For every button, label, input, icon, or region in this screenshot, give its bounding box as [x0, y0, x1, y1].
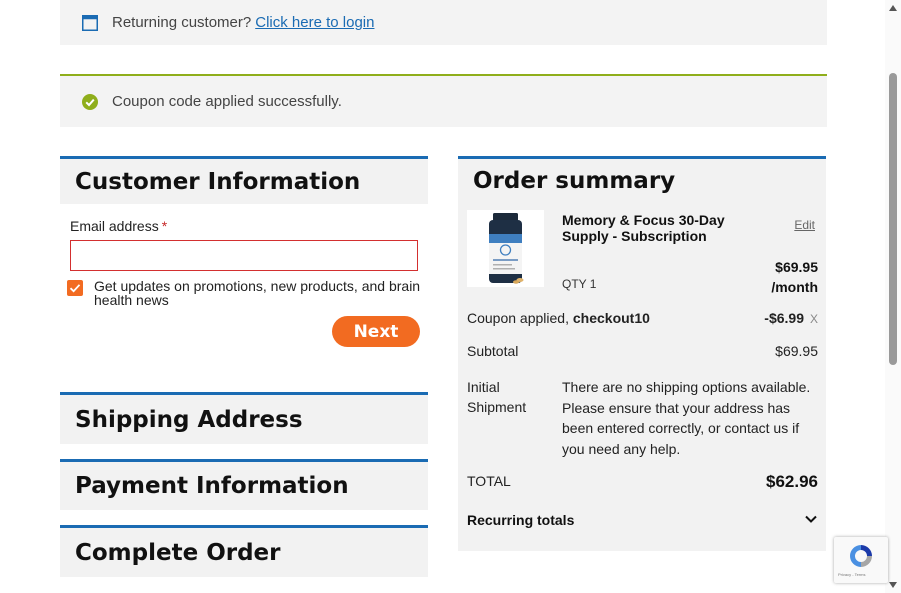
order-summary-title: Order summary	[473, 168, 676, 194]
coupon-success-notice: Coupon code applied successfully.	[60, 74, 827, 127]
product-price: $69.95 /month	[771, 257, 818, 297]
required-mark: *	[161, 218, 168, 234]
payment-information-heading[interactable]: Payment Information	[60, 459, 428, 510]
checkmark-icon	[69, 284, 81, 293]
email-label-text: Email address	[70, 218, 159, 234]
recaptcha-badge[interactable]: Privacy - Terms	[834, 537, 888, 583]
total-label: TOTAL	[467, 473, 511, 489]
shipping-address-heading[interactable]: Shipping Address	[60, 392, 428, 444]
scrollbar-thumb[interactable]	[889, 73, 897, 365]
coupon-row-label: Coupon applied, checkout10	[467, 310, 650, 326]
order-summary-panel: Order summary Memory & Focus 30-Day Supp…	[458, 156, 826, 551]
product-price-amount: $69.95	[775, 259, 818, 275]
edit-link[interactable]: Edit	[794, 218, 815, 232]
success-message: Coupon code applied successfully.	[112, 93, 342, 110]
opt-in-label[interactable]: Get updates on promotions, new products,…	[94, 279, 424, 307]
login-notice: Returning customer? Click here to login	[60, 0, 827, 45]
product-price-period: /month	[771, 279, 818, 295]
scroll-up-arrow-icon[interactable]	[889, 5, 897, 11]
product-name: Memory & Focus 30-Day Supply - Subscript…	[562, 212, 725, 244]
shipping-message: There are no shipping options available.…	[562, 379, 811, 457]
login-link[interactable]: Click here to login	[255, 14, 374, 31]
calendar-icon	[82, 14, 98, 31]
recurring-totals-label[interactable]: Recurring totals	[467, 512, 574, 528]
coupon-label: Coupon applied,	[467, 310, 569, 326]
subtotal-label: Subtotal	[467, 343, 519, 359]
total-value: $62.96	[766, 472, 818, 491]
next-button[interactable]: Next	[332, 316, 420, 347]
email-label: Email address *	[70, 218, 167, 234]
complete-order-heading[interactable]: Complete Order	[60, 525, 428, 577]
scroll-down-arrow-icon[interactable]	[889, 582, 897, 588]
coupon-code: checkout10	[572, 310, 650, 326]
product-quantity: QTY 1	[562, 277, 597, 291]
check-circle-icon	[82, 93, 98, 110]
initial-shipment-label: Initial Shipment	[467, 379, 527, 415]
page-scrollbar[interactable]	[885, 0, 901, 593]
opt-in-checkbox[interactable]	[67, 280, 83, 296]
recaptcha-links[interactable]: Privacy - Terms	[838, 572, 865, 577]
login-prompt: Returning customer?	[112, 14, 252, 31]
product-image	[467, 210, 544, 287]
subtotal-value: $69.95	[775, 343, 818, 359]
customer-information-heading[interactable]: Customer Information	[60, 156, 428, 204]
coupon-amount: -$6.99	[764, 310, 804, 326]
email-input[interactable]	[70, 240, 418, 271]
coupon-row-value: -$6.99 X	[764, 310, 818, 326]
recaptcha-icon	[850, 545, 872, 567]
chevron-down-icon[interactable]	[804, 512, 818, 526]
remove-coupon-button[interactable]: X	[810, 312, 818, 326]
